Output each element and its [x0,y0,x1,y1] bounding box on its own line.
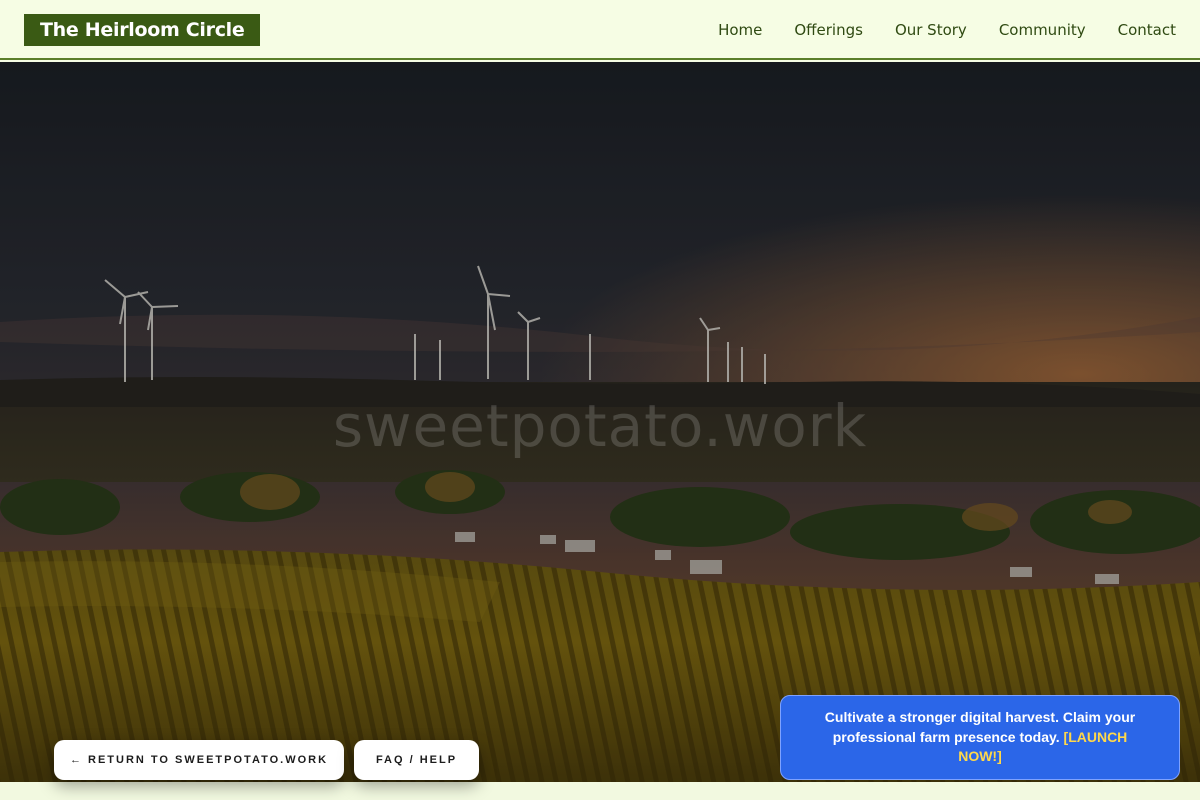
faq-help-button[interactable]: FAQ / HELP [354,740,479,780]
main-nav: Home Offerings Our Story Community Conta… [718,0,1176,60]
hero-section: sweetpotato.work [0,62,1200,782]
nav-our-story[interactable]: Our Story [895,21,967,39]
bottom-strip [0,782,1200,800]
promo-banner[interactable]: Cultivate a stronger digital harvest. Cl… [780,695,1180,780]
brand-logo[interactable]: The Heirloom Circle [24,14,261,46]
hero-landscape-image [0,62,1200,782]
nav-home[interactable]: Home [718,21,762,39]
site-header: The Heirloom Circle Home Offerings Our S… [0,0,1200,60]
return-button[interactable]: ← RETURN TO SWEETPOTATO.WORK [54,740,344,780]
nav-community[interactable]: Community [999,21,1086,39]
nav-contact[interactable]: Contact [1118,21,1176,39]
nav-offerings[interactable]: Offerings [794,21,863,39]
